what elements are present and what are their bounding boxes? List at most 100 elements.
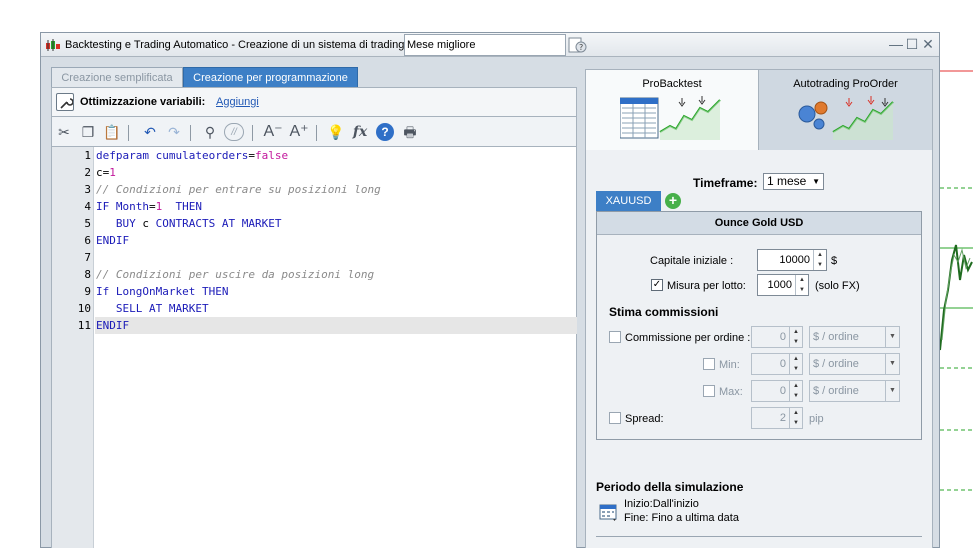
- font-increase-icon[interactable]: A⁺: [288, 123, 310, 141]
- spread-unit: pip: [809, 413, 824, 425]
- line-number: 6: [84, 234, 91, 247]
- cut-icon[interactable]: ✂: [54, 123, 74, 141]
- period-end: Fine: Fino a ultima data: [624, 512, 739, 524]
- code-line[interactable]: // Condizioni per entrare su posizioni l…: [95, 181, 577, 198]
- lot-size-note: (solo FX): [815, 280, 860, 292]
- code-line[interactable]: ENDIF: [95, 232, 577, 249]
- code-editor[interactable]: 1 2 3 4 5 6 7 8 9 10 11 defparam cumulat…: [51, 147, 577, 548]
- stepper-icon[interactable]: ▲ ▼: [789, 354, 802, 374]
- system-name-input[interactable]: [404, 34, 566, 56]
- undo-icon[interactable]: ↶: [140, 123, 160, 141]
- comment-icon[interactable]: //: [224, 123, 244, 141]
- divider: [596, 536, 922, 537]
- svg-text:?: ?: [579, 43, 583, 52]
- tab-autotrading-proorder[interactable]: Autotrading ProOrder: [759, 70, 932, 150]
- print-icon[interactable]: 🖶: [400, 123, 420, 141]
- line-number: 9: [84, 285, 91, 298]
- commission-per-order-unit-select[interactable]: $ / ordine ▼: [809, 326, 900, 348]
- commission-unit-value: $ / ordine: [813, 331, 859, 343]
- lot-size-checkbox[interactable]: ✓: [651, 279, 663, 291]
- calendar-icon[interactable]: [599, 502, 619, 522]
- min-input[interactable]: 0 ▲ ▼: [751, 353, 803, 375]
- code-line[interactable]: If LongOnMarket THEN: [95, 283, 577, 300]
- min-label: Min:: [719, 359, 740, 371]
- tab-probacktest[interactable]: ProBacktest: [586, 70, 759, 150]
- backtest-settings-panel: ProBacktest Autotrading ProOrder Timefra…: [585, 69, 933, 548]
- simulation-period-title: Periodo della simulazione: [596, 480, 744, 494]
- chevron-down-icon: ▼: [885, 354, 899, 374]
- stepper-icon[interactable]: ▲ ▼: [795, 275, 808, 295]
- mode-tabs: ProBacktest Autotrading ProOrder: [586, 70, 932, 150]
- code-line[interactable]: [95, 249, 577, 266]
- max-input[interactable]: 0 ▲ ▼: [751, 380, 803, 402]
- help-icon[interactable]: ?: [568, 37, 588, 53]
- code-line[interactable]: BUY c CONTRACTS AT MARKET: [95, 215, 577, 232]
- line-number: 1: [84, 149, 91, 162]
- paste-icon[interactable]: 📋: [102, 123, 122, 141]
- editor-toolbar: ✂ ❐ 📋 ↶ ↷ ⚲ // A⁻ A⁺ 💡 fx ? 🖶: [51, 117, 577, 147]
- chevron-down-icon: ▼: [885, 327, 899, 347]
- stepper-icon[interactable]: ▲ ▼: [813, 250, 826, 270]
- proorder-gears-icon: [798, 96, 894, 140]
- max-unit-select[interactable]: $ / ordine ▼: [809, 380, 900, 402]
- tab-autotrading-label: Autotrading ProOrder: [793, 78, 898, 90]
- spread-checkbox[interactable]: [609, 412, 621, 424]
- lot-size-input[interactable]: 1000 ▲ ▼: [757, 274, 809, 296]
- stepper-icon[interactable]: ▲ ▼: [789, 381, 802, 401]
- code-line[interactable]: SELL AT MARKET: [95, 300, 577, 317]
- window-title: Backtesting e Trading Automatico - Creaz…: [65, 39, 405, 51]
- line-number: 11: [77, 319, 91, 332]
- code-line-current[interactable]: ENDIF: [95, 317, 577, 334]
- font-decrease-icon[interactable]: A⁻: [262, 123, 284, 141]
- add-variable-link[interactable]: Aggiungi: [216, 96, 259, 108]
- function-icon[interactable]: fx: [350, 123, 370, 141]
- max-value: 0: [779, 385, 786, 397]
- max-checkbox[interactable]: [703, 385, 715, 397]
- search-icon[interactable]: ⚲: [200, 123, 220, 141]
- tab-programming-creation[interactable]: Creazione per programmazione: [183, 67, 358, 87]
- commission-per-order-label: Commissione per ordine :: [625, 332, 751, 344]
- wrench-icon[interactable]: [56, 93, 74, 111]
- toolbar-separator: [128, 125, 129, 141]
- code-line[interactable]: // Condizioni per uscire da posizioni lo…: [95, 266, 577, 283]
- min-unit-value: $ / ordine: [813, 358, 859, 370]
- help-icon[interactable]: ?: [376, 123, 394, 141]
- line-number: 2: [84, 166, 91, 179]
- line-number-gutter: 1 2 3 4 5 6 7 8 9 10 11: [52, 147, 94, 548]
- timeframe-label: Timeframe:: [693, 176, 758, 190]
- commission-per-order-input[interactable]: 0 ▲ ▼: [751, 326, 803, 348]
- tab-simplified-creation[interactable]: Creazione semplificata: [51, 67, 183, 87]
- redo-icon[interactable]: ↷: [164, 123, 184, 141]
- timeframe-select[interactable]: 1 mese ▼: [763, 173, 824, 190]
- screen: Backtesting e Trading Automatico - Creaz…: [0, 0, 973, 548]
- maximize-button[interactable]: ☐: [905, 36, 919, 52]
- line-number: 7: [84, 251, 91, 264]
- background-price-chart: [938, 0, 973, 548]
- spread-value: 2: [779, 412, 786, 424]
- spread-input[interactable]: 2 ▲ ▼: [751, 407, 803, 429]
- line-number: 8: [84, 268, 91, 281]
- lightbulb-icon[interactable]: 💡: [326, 123, 346, 141]
- toolbar-separator: [190, 125, 191, 141]
- spread-label: Spread:: [625, 413, 664, 425]
- toolbar-separator: [316, 125, 317, 141]
- code-line[interactable]: IF Month=1 THEN: [95, 198, 577, 215]
- instrument-tab[interactable]: XAUUSD: [596, 191, 661, 211]
- line-number: 4: [84, 200, 91, 213]
- stepper-icon[interactable]: ▲ ▼: [789, 408, 802, 428]
- optimization-label: Ottimizzazione variabili:: [80, 96, 206, 108]
- min-unit-select[interactable]: $ / ordine ▼: [809, 353, 900, 375]
- initial-capital-label: Capitale iniziale :: [650, 255, 734, 267]
- close-button[interactable]: ✕: [921, 36, 935, 52]
- min-checkbox[interactable]: [703, 358, 715, 370]
- code-line[interactable]: c=1: [95, 164, 577, 181]
- copy-icon[interactable]: ❐: [78, 123, 98, 141]
- optimization-bar: Ottimizzazione variabili: Aggiungi: [51, 87, 577, 117]
- add-instrument-icon[interactable]: +: [665, 193, 681, 209]
- initial-capital-input[interactable]: 10000 ▲ ▼: [757, 249, 827, 271]
- stepper-icon[interactable]: ▲ ▼: [789, 327, 802, 347]
- period-start: Inizio:Dall'inizio: [624, 498, 699, 510]
- code-line[interactable]: defparam cumulateorders=false: [95, 147, 577, 164]
- minimize-button[interactable]: —: [889, 36, 903, 52]
- commission-per-order-checkbox[interactable]: [609, 331, 621, 343]
